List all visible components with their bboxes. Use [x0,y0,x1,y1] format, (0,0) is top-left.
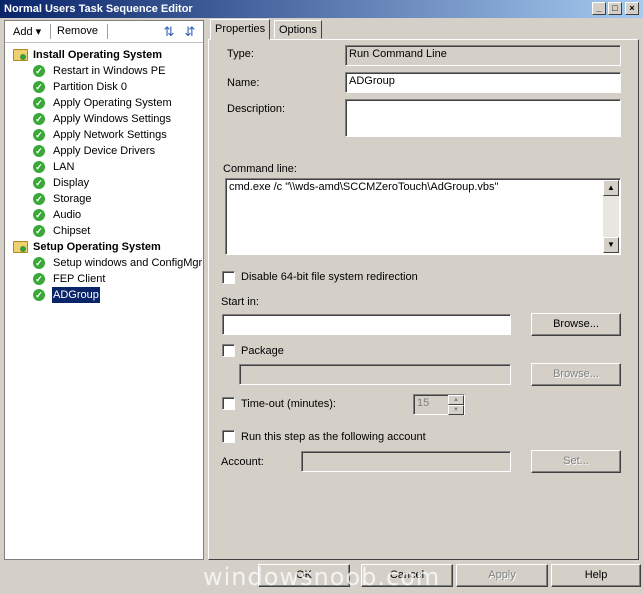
success-check-icon: ✓ [33,193,45,205]
type-value: Run Command Line [345,45,621,66]
move-up-icon[interactable]: ⇅ [161,24,177,40]
success-check-icon: ✓ [33,145,45,157]
description-label: Description: [227,103,286,115]
window-titlebar: Normal Users Task Sequence Editor _ □ × [0,0,643,18]
scroll-down-icon[interactable]: ▼ [603,237,619,253]
close-icon[interactable]: × [625,2,639,15]
properties-panel: Type: Run Command Line Name: ADGroup Des… [208,39,639,560]
run-as-account-checkbox[interactable] [222,430,235,443]
timeout-checkbox[interactable] [222,397,235,410]
command-line-text: cmd.exe /c "\\wds-amd\SCCMZeroTouch\AdGr… [229,181,499,193]
start-in-label: Start in: [221,296,259,308]
name-field[interactable]: ADGroup [345,72,621,93]
watermark-text: windowsnoob.com [203,563,441,591]
move-down-icon[interactable]: ⇵ [182,24,198,40]
properties-pane: Properties Options Type: Run Command Lin… [208,19,639,560]
set-account-button[interactable]: Set... [531,450,621,473]
account-field[interactable] [301,451,511,472]
spin-down-icon[interactable]: ▼ [448,405,464,415]
type-label: Type: [227,48,254,60]
disable-redirection-checkbox[interactable] [222,271,235,284]
spin-up-icon[interactable]: ▲ [448,395,464,405]
success-check-icon: ✓ [33,177,45,189]
window-title: Normal Users Task Sequence Editor [4,3,193,15]
run-as-account-label: Run this step as the following account [241,431,426,443]
help-button[interactable]: Help [551,564,641,587]
command-line-scrollbar[interactable]: ▲ ▼ [603,180,619,253]
disable-redirection-label: Disable 64-bit file system redirection [241,271,418,283]
add-button[interactable]: Add ▾ [13,25,41,38]
success-check-icon: ✓ [33,65,45,77]
toolbar-separator [50,24,51,39]
success-check-icon: ✓ [33,257,45,269]
success-check-icon: ✓ [33,129,45,141]
folder-icon [13,49,28,61]
success-check-icon: ✓ [33,113,45,125]
scroll-up-icon[interactable]: ▲ [603,180,619,196]
success-check-icon: ✓ [33,209,45,221]
timeout-spinner[interactable]: ▲ ▼ [448,395,464,415]
toolbar-separator [107,24,108,39]
start-in-field[interactable] [222,314,511,335]
tree-pane: Add ▾ Remove ⇅ ⇵ Install Operating Syste… [4,20,204,560]
maximize-icon[interactable]: □ [608,2,622,15]
start-in-browse-button[interactable]: Browse... [531,313,621,336]
folder-icon [13,241,28,253]
name-label: Name: [227,77,260,89]
package-checkbox[interactable] [222,344,235,357]
package-label: Package [241,345,284,357]
command-line-field[interactable]: cmd.exe /c "\\wds-amd\SCCMZeroTouch\AdGr… [225,178,621,255]
success-check-icon: ✓ [33,289,45,301]
command-line-label: Command line: [223,163,297,175]
tree-toolbar: Add ▾ Remove ⇅ ⇵ [5,21,203,43]
success-check-icon: ✓ [33,97,45,109]
timeout-label: Time-out (minutes): [241,398,336,410]
success-check-icon: ✓ [33,81,45,93]
success-check-icon: ✓ [33,225,45,237]
account-label: Account: [221,456,264,468]
package-field[interactable] [239,364,511,385]
tab-options[interactable]: Options [274,20,322,39]
description-field[interactable] [345,99,621,137]
minimize-icon[interactable]: _ [592,2,606,15]
success-check-icon: ✓ [33,273,45,285]
tab-properties[interactable]: Properties [210,19,271,40]
remove-button[interactable]: Remove [57,25,98,37]
success-check-icon: ✓ [33,161,45,173]
apply-button[interactable]: Apply [456,564,548,587]
package-browse-button[interactable]: Browse... [531,363,621,386]
